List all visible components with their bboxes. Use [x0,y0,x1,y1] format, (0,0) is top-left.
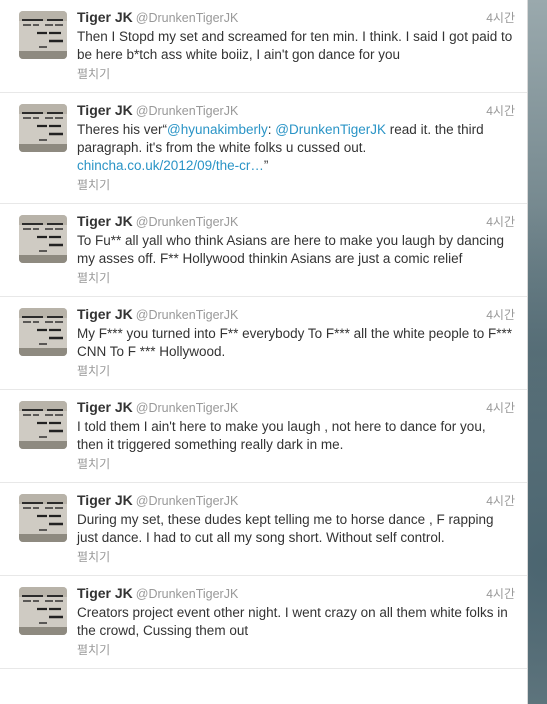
tweet-item[interactable]: Tiger JK @DrunkenTigerJK 4시간 Then I Stopd m… [0,0,527,93]
author-handle[interactable]: @DrunkenTigerJK [136,11,239,25]
tweet-text-segment: I told them I ain't here to make you lau… [77,419,486,452]
tweet-header: Tiger JK @DrunkenTigerJK [77,102,515,119]
tweet-timestamp[interactable]: 4시간 [486,399,515,416]
tweet-text-segment: Theres his ver“ [77,122,168,137]
author-name[interactable]: Tiger JK [77,9,133,25]
tweet-text-segment: ” [263,158,269,173]
author-name[interactable]: Tiger JK [77,399,133,415]
mention-link[interactable]: @hyunakimberly [167,122,268,137]
tweet-text: My F*** you turned into F** everybody To… [77,325,515,361]
author-handle[interactable]: @DrunkenTigerJK [136,104,239,118]
tweet-timestamp[interactable]: 4시간 [486,492,515,509]
author-name[interactable]: Tiger JK [77,306,133,322]
avatar[interactable] [19,494,67,542]
expand-link[interactable]: 펼치기 [77,549,515,565]
author-handle[interactable]: @DrunkenTigerJK [136,587,239,601]
tweet-timeline: Tiger JK @DrunkenTigerJK 4시간 Then I Stopd m… [0,0,528,704]
avatar[interactable] [19,401,67,449]
tweet-timestamp[interactable]: 4시간 [486,306,515,323]
expand-link[interactable]: 펼치기 [77,363,515,379]
tweet-text: To Fu** all yall who think Asians are he… [77,232,515,268]
tweet-text-segment: During my set, these dudes kept telling … [77,512,494,545]
mention-link[interactable]: @DrunkenTigerJK [275,122,386,137]
tweet-header: Tiger JK @DrunkenTigerJK [77,399,515,416]
tweet-text: Creators project event other night. I we… [77,604,515,640]
tweet-header: Tiger JK @DrunkenTigerJK [77,492,515,509]
author-name[interactable]: Tiger JK [77,102,133,118]
url-link[interactable]: chincha.co.uk/2012/09/the-cr… [77,158,264,173]
tweet-text-segment: My F*** you turned into F** everybody To… [77,326,512,359]
tweet-timestamp[interactable]: 4시간 [486,213,515,230]
tweet-text-segment: Creators project event other night. I we… [77,605,508,638]
tweet-text: Then I Stopd my set and screamed for ten… [77,28,515,64]
expand-link[interactable]: 펼치기 [77,456,515,472]
tweet-header: Tiger JK @DrunkenTigerJK [77,9,515,26]
tweet-header: Tiger JK @DrunkenTigerJK [77,213,515,230]
expand-link[interactable]: 펼치기 [77,177,515,193]
author-name[interactable]: Tiger JK [77,585,133,601]
avatar[interactable] [19,587,67,635]
author-handle[interactable]: @DrunkenTigerJK [136,401,239,415]
tweet-header: Tiger JK @DrunkenTigerJK [77,585,515,602]
tweet-timestamp[interactable]: 4시간 [486,585,515,602]
author-handle[interactable]: @DrunkenTigerJK [136,308,239,322]
author-name[interactable]: Tiger JK [77,492,133,508]
avatar[interactable] [19,11,67,59]
tweet-text-segment: Then I Stopd my set and screamed for ten… [77,29,513,62]
expand-link[interactable]: 펼치기 [77,66,515,82]
tweet-item[interactable]: Tiger JK @DrunkenTigerJK 4시간 Creators proje… [0,576,527,669]
tweet-item[interactable]: Tiger JK @DrunkenTigerJK 4시간 Theres his ver… [0,93,527,204]
tweet-item[interactable]: Tiger JK @DrunkenTigerJK 4시간 My F*** you tu… [0,297,527,390]
author-handle[interactable]: @DrunkenTigerJK [136,215,239,229]
tweet-text: Theres his ver“@hyunakimberly: @DrunkenT… [77,121,515,175]
avatar[interactable] [19,215,67,263]
tweet-timestamp[interactable]: 4시간 [486,102,515,119]
expand-link[interactable]: 펼치기 [77,270,515,286]
expand-link[interactable]: 펼치기 [77,642,515,658]
tweet-header: Tiger JK @DrunkenTigerJK [77,306,515,323]
avatar[interactable] [19,308,67,356]
author-handle[interactable]: @DrunkenTigerJK [136,494,239,508]
tweet-timestamp[interactable]: 4시간 [486,9,515,26]
tweet-text: I told them I ain't here to make you lau… [77,418,515,454]
tweet-text: During my set, these dudes kept telling … [77,511,515,547]
tweet-text-segment: To Fu** all yall who think Asians are he… [77,233,504,266]
tweet-item[interactable]: Tiger JK @DrunkenTigerJK 4시간 To Fu** all ya… [0,204,527,297]
avatar[interactable] [19,104,67,152]
author-name[interactable]: Tiger JK [77,213,133,229]
tweet-item[interactable]: Tiger JK @DrunkenTigerJK 4시간 I told them I … [0,390,527,483]
tweet-item[interactable]: Tiger JK @DrunkenTigerJK 4시간 During my set,… [0,483,527,576]
